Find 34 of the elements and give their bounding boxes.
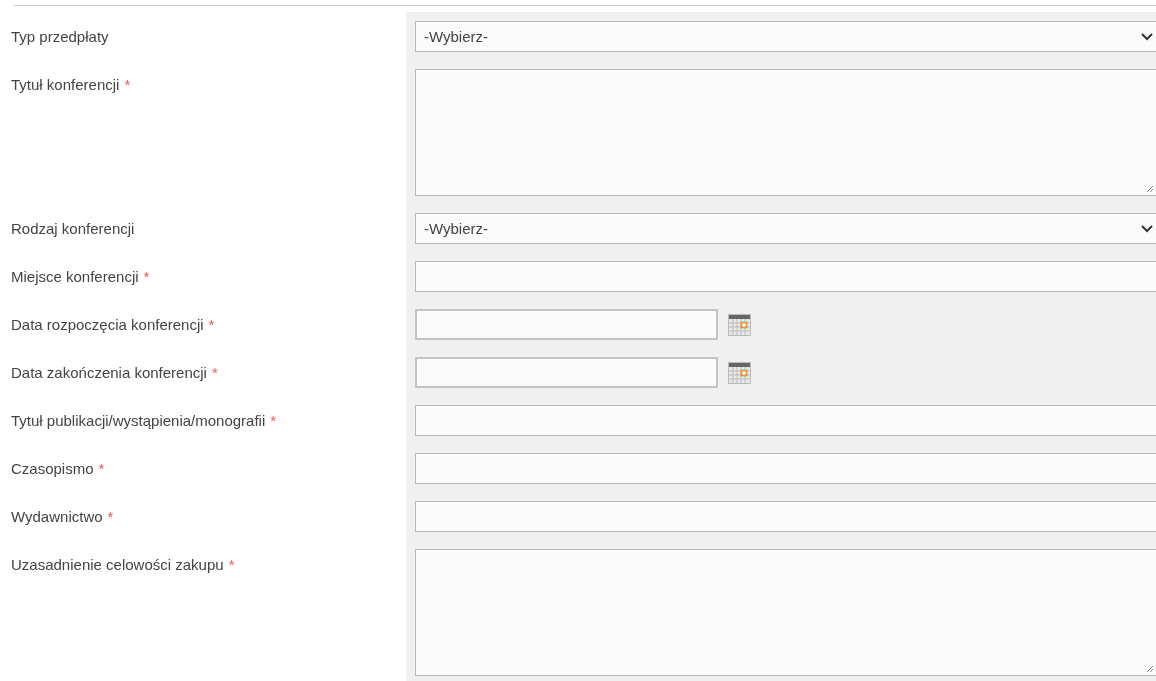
required-marker: *: [208, 315, 215, 335]
input-field[interactable]: [415, 405, 1156, 436]
calendar-icon[interactable]: [728, 313, 751, 336]
required-marker: *: [228, 555, 235, 575]
required-marker: *: [124, 75, 131, 95]
field-label: Miejsce konferencji: [11, 267, 139, 287]
required-marker: *: [143, 267, 150, 287]
field-label: Wydawnictwo: [11, 507, 103, 527]
field-label: Tytuł publikacji/wystąpienia/monografii: [11, 411, 266, 431]
input-field[interactable]: [415, 453, 1156, 484]
required-marker: *: [211, 363, 218, 383]
resize-grip-icon: [1146, 185, 1154, 193]
chevron-down-icon: [1141, 224, 1153, 234]
field-label: Typ przedpłaty: [11, 27, 109, 47]
required-marker: *: [107, 507, 114, 527]
field-label: Data zakończenia konferencji: [11, 363, 207, 383]
field-label: Data rozpoczęcia konferencji: [11, 315, 204, 335]
field-label: Czasopismo: [11, 459, 94, 479]
date-field[interactable]: [415, 357, 718, 388]
input-field[interactable]: [415, 261, 1156, 292]
text-area[interactable]: [415, 69, 1156, 196]
text-area[interactable]: [415, 549, 1156, 676]
resize-grip-icon: [1146, 665, 1154, 673]
dropdown[interactable]: -Wybierz-: [415, 21, 1156, 52]
field-label: Rodzaj konferencji: [11, 219, 135, 239]
input-field[interactable]: [415, 501, 1156, 532]
required-marker: *: [98, 459, 105, 479]
field-label: Uzasadnienie celowości zakupu: [11, 555, 224, 575]
dropdown[interactable]: -Wybierz-: [415, 213, 1156, 244]
calendar-icon[interactable]: [728, 361, 751, 384]
required-marker: *: [270, 411, 277, 431]
date-field[interactable]: [415, 309, 718, 340]
chevron-down-icon: [1141, 32, 1153, 42]
field-label: Tytuł konferencji: [11, 75, 120, 95]
